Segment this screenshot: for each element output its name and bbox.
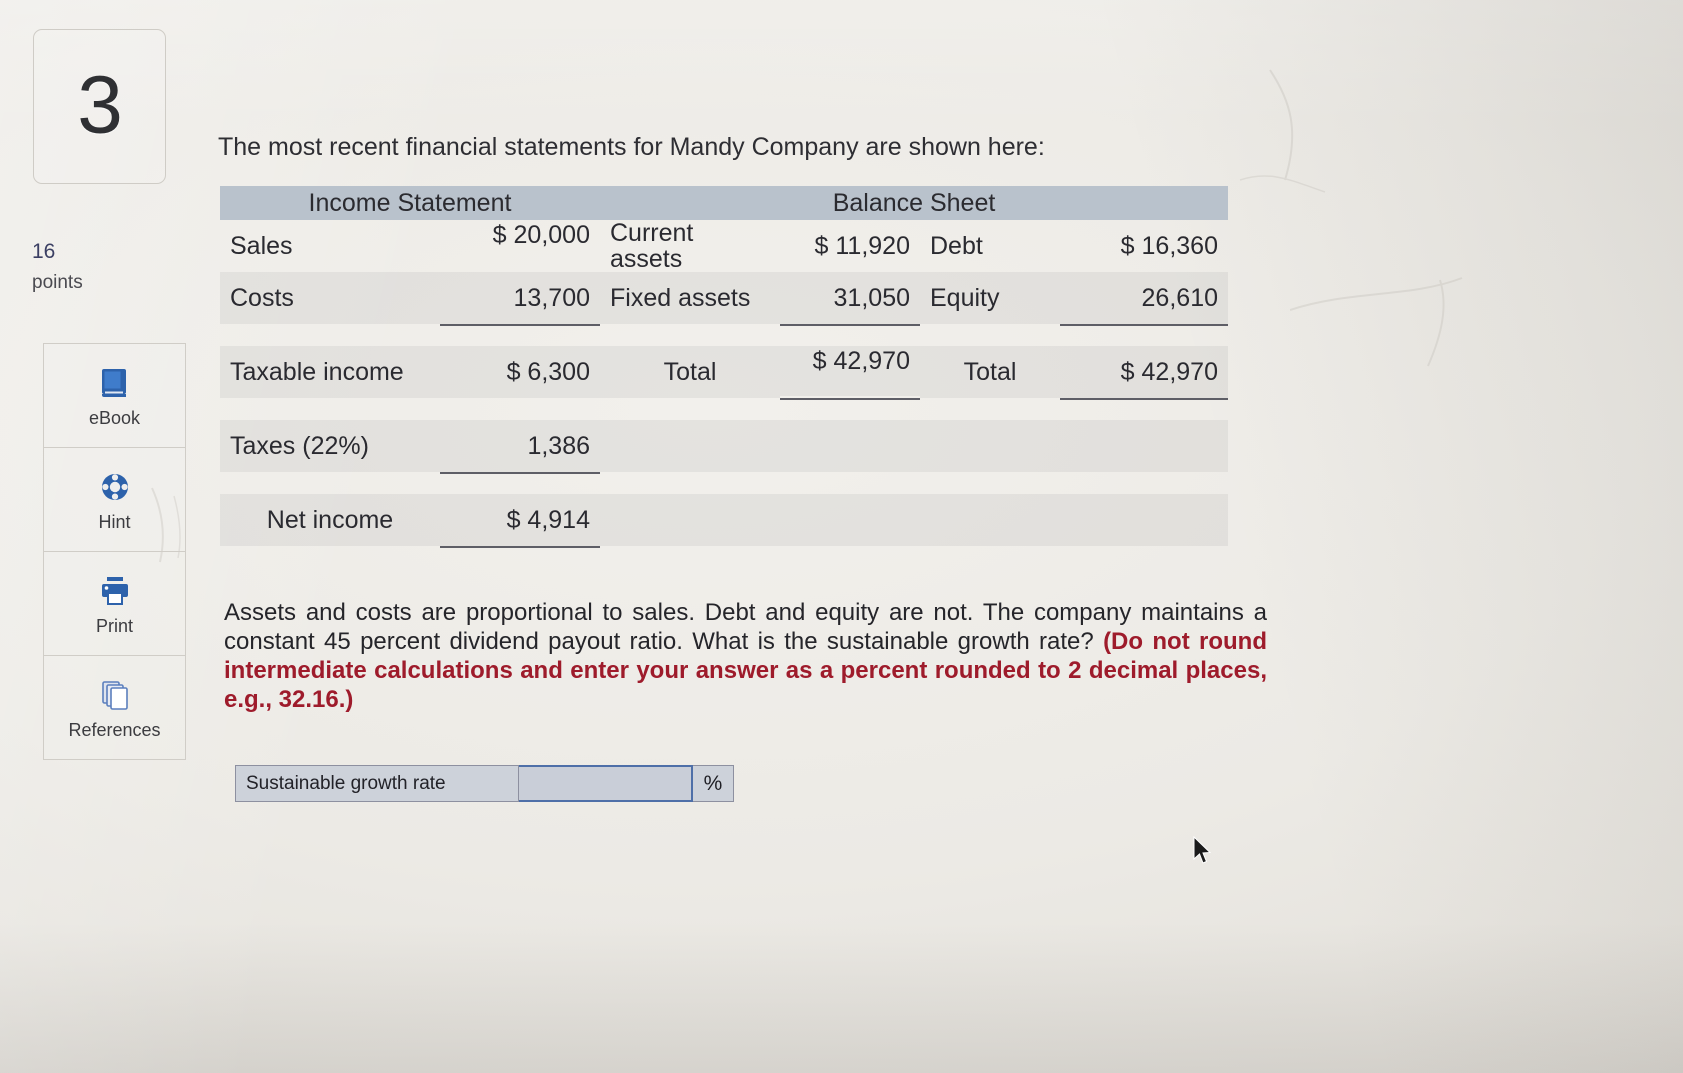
print-button[interactable]: Print: [44, 552, 185, 656]
bs-liab-value: $ 16,360: [1120, 232, 1218, 260]
bs-asset-total-label: Total: [600, 346, 780, 398]
bs-liab-total-label: Total: [920, 346, 1060, 398]
is-row-value: $ 4,914: [440, 494, 600, 546]
bs-liab-label: Debt: [930, 232, 983, 260]
financial-statements: Income Statement Balance Sheet Sales $ 2…: [220, 186, 1228, 568]
lifebuoy-icon: [101, 473, 128, 500]
is-net-income-rule: [440, 546, 600, 568]
points-label: points: [32, 272, 83, 293]
question-number-box: 3: [33, 29, 166, 184]
is-row-value: $ 6,300: [440, 346, 600, 398]
spacer: [780, 420, 920, 472]
sustainable-growth-rate-input[interactable]: [519, 765, 693, 802]
question-intro: The most recent financial statements for…: [218, 133, 1045, 161]
is-row-value: 1,386: [440, 420, 600, 472]
references-label: References: [68, 719, 161, 740]
statements-grid: Sales $ 20,000 Current assets $ 11,920 D…: [220, 220, 1228, 568]
mouse-cursor: [1193, 836, 1212, 864]
bs-liab-total-value: $ 42,970: [1060, 346, 1228, 398]
spacer: [1060, 420, 1228, 472]
answer-row: Sustainable growth rate %: [235, 765, 734, 802]
bs-liab-total-rule: [1060, 398, 1228, 420]
balance-sheet-header: Balance Sheet: [832, 188, 996, 217]
hint-label: Hint: [98, 511, 131, 532]
hint-button[interactable]: Hint: [44, 448, 185, 552]
is-row-label: Taxes (22%): [220, 420, 440, 472]
references-button[interactable]: References: [44, 656, 185, 759]
ebook-button[interactable]: eBook: [44, 344, 185, 448]
bs-liab-rule: [1060, 324, 1228, 346]
tool-rail: eBook Hint Print References: [43, 343, 186, 760]
question-number: 3: [77, 58, 123, 150]
spacer: [600, 494, 780, 546]
answer-label: Sustainable growth rate: [235, 765, 519, 802]
bs-asset-label: Current assets: [610, 219, 694, 273]
print-label: Print: [95, 615, 133, 636]
bs-asset-value: $ 11,920: [814, 232, 910, 260]
bs-asset-value: 31,050: [780, 272, 920, 324]
points-value: 16: [32, 240, 56, 263]
table-headers: Income Statement Balance Sheet: [220, 186, 1228, 220]
is-row-label: Taxable income: [220, 346, 440, 398]
is-row-label: Costs: [220, 272, 440, 324]
bs-assets-rule: [780, 324, 920, 346]
bs-liab-label: Equity: [920, 272, 1060, 324]
spacer: [1060, 494, 1228, 546]
spacer: [920, 494, 1060, 546]
ebook-label: eBook: [88, 407, 141, 428]
is-row-label: Sales: [230, 232, 293, 260]
is-row-value: $ 20,000: [492, 221, 590, 249]
is-subtotal-rule: [440, 324, 600, 346]
percent-unit-label: %: [693, 765, 734, 802]
bs-liab-value: 26,610: [1060, 272, 1228, 324]
is-row-label: Net income: [220, 494, 440, 546]
income-statement-header: Income Statement: [308, 188, 512, 217]
spacer: [600, 420, 780, 472]
book-icon: [101, 368, 126, 397]
question-body: Assets and costs are proportional to sal…: [224, 598, 1267, 714]
bs-assets-total-rule: [780, 398, 920, 420]
spacer: [780, 494, 920, 546]
bs-asset-total-value: $ 42,970: [780, 346, 920, 396]
is-row-value: 13,700: [440, 272, 600, 324]
copy-pages-icon: [101, 680, 128, 710]
is-taxes-rule: [440, 472, 600, 494]
bs-asset-label: Fixed assets: [600, 272, 780, 324]
spacer: [920, 420, 1060, 472]
printer-icon: [101, 576, 128, 605]
